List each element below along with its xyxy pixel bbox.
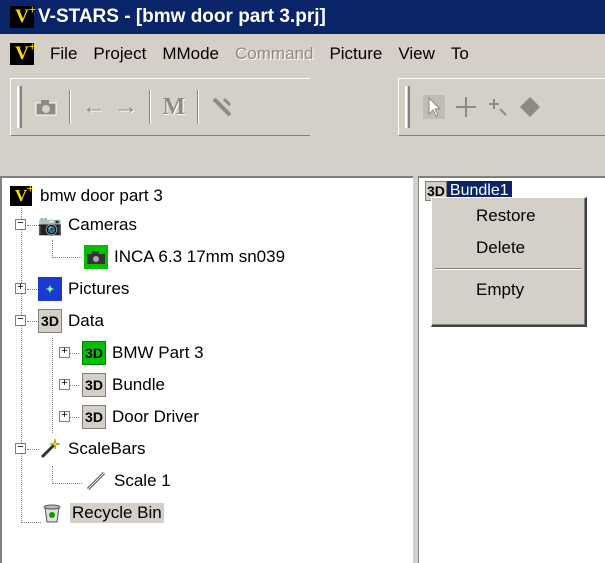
camera-icon <box>84 245 108 269</box>
toolbar-separator <box>69 90 71 124</box>
tree-item-label: Door Driver <box>112 407 199 426</box>
point-icon[interactable] <box>482 90 514 124</box>
toolbar-separator <box>149 90 151 124</box>
toolbar-separator <box>197 90 199 124</box>
camera-icon[interactable] <box>30 90 62 124</box>
tree-item-door-driver[interactable]: 3D Door Driver <box>82 401 199 433</box>
bundle-expand-icon[interactable]: + <box>59 379 70 390</box>
tree-item-label: Scale 1 <box>114 471 171 490</box>
app-logo-icon: V <box>10 0 36 28</box>
arrow-left-icon[interactable]: ← <box>78 90 110 124</box>
tree-item-label: Bundle <box>112 375 165 394</box>
menu-picture[interactable]: Picture <box>321 44 390 64</box>
data-collapse-icon[interactable]: − <box>15 315 26 326</box>
tree-item-label: Pictures <box>68 279 130 298</box>
diamond-icon[interactable] <box>514 90 546 124</box>
menu-separator <box>435 268 582 270</box>
menu-tools[interactable]: To <box>443 44 477 64</box>
tree-root[interactable]: V bmw door part 3 <box>10 179 163 212</box>
tree-item-recycle-bin[interactable]: Recycle Bin <box>40 497 164 529</box>
tree-item-label: INCA 6.3 17mm sn039 <box>114 247 286 266</box>
toolbar-grip[interactable] <box>17 86 22 128</box>
tree-item-label: BMW Part 3 <box>112 343 204 362</box>
menu-project[interactable]: Project <box>85 44 154 64</box>
tree-item-data[interactable]: 3D Data <box>38 305 104 337</box>
tree-item-scale[interactable]: Scale 1 <box>84 465 171 497</box>
menu-mmode[interactable]: MMode <box>154 44 227 64</box>
door-driver-expand-icon[interactable]: + <box>59 411 70 422</box>
tree-item-label: Cameras <box>68 215 137 234</box>
m-icon[interactable]: M <box>158 90 190 124</box>
bmw-part-expand-icon[interactable]: + <box>59 347 70 358</box>
data-3d-icon: 3D <box>82 373 106 397</box>
tree-item-bmw-part[interactable]: 3D BMW Part 3 <box>82 337 204 369</box>
menu-view[interactable]: View <box>390 44 443 64</box>
tree-item-scalebars[interactable]: ScaleBars <box>38 433 145 465</box>
tree-item-bundle[interactable]: 3D Bundle <box>82 369 165 401</box>
select-toolbar <box>398 78 605 136</box>
tree-item-label: Recycle Bin <box>70 503 164 523</box>
tree-item-cameras[interactable]: 📷 Cameras <box>38 209 137 241</box>
data-3d-icon: 3D <box>82 341 106 365</box>
context-menu: Restore Delete Empty <box>431 197 587 327</box>
pictures-icon: ✦ <box>38 277 62 301</box>
measure-icon[interactable] <box>206 90 238 124</box>
tree-item-pictures[interactable]: ✦ Pictures <box>38 273 129 305</box>
tree-item-label: ScaleBars <box>68 439 146 458</box>
scalebars-collapse-icon[interactable]: − <box>15 443 26 454</box>
recycle-bin-icon <box>40 501 64 525</box>
crosshair-icon[interactable] <box>450 90 482 124</box>
title-bar: V V-STARS - [bmw door part 3.prj] <box>0 0 605 34</box>
menu-item-restore[interactable]: Restore <box>432 200 585 232</box>
cameras-collapse-icon[interactable]: − <box>15 219 26 230</box>
toolbar-row: ← → M <box>0 78 605 136</box>
project-tree[interactable]: V bmw door part 3 − 📷 Cameras INCA 6.3 1… <box>0 176 413 563</box>
camera-folder-icon: 📷 <box>37 214 63 237</box>
project-logo-icon: V <box>10 179 34 206</box>
menu-file[interactable]: File <box>42 44 85 64</box>
menu-item-delete[interactable]: Delete <box>432 232 585 264</box>
data-3d-icon: 3D <box>38 309 62 333</box>
menu-command[interactable]: Command <box>227 44 321 64</box>
scale-bar-icon <box>84 469 108 493</box>
tree-root-label: bmw door part 3 <box>40 186 163 205</box>
arrow-right-icon[interactable]: → <box>110 90 142 124</box>
main-toolbar: ← → M <box>10 78 310 136</box>
menu-bar: V File Project MMode Command Picture Vie… <box>0 34 605 74</box>
pointer-icon[interactable] <box>418 90 450 124</box>
document-logo-icon[interactable]: V <box>10 36 36 65</box>
window-title: V-STARS - [bmw door part 3.prj] <box>38 6 326 27</box>
pictures-expand-icon[interactable]: + <box>15 283 26 294</box>
tree-item-camera[interactable]: INCA 6.3 17mm sn039 <box>84 241 285 273</box>
wand-icon <box>38 437 62 461</box>
menu-item-empty[interactable]: Empty <box>432 274 585 306</box>
tree-item-label: Data <box>68 311 104 330</box>
data-3d-icon: 3D <box>82 405 106 429</box>
toolbar-gap <box>0 138 605 174</box>
toolbar-grip[interactable] <box>405 86 410 128</box>
